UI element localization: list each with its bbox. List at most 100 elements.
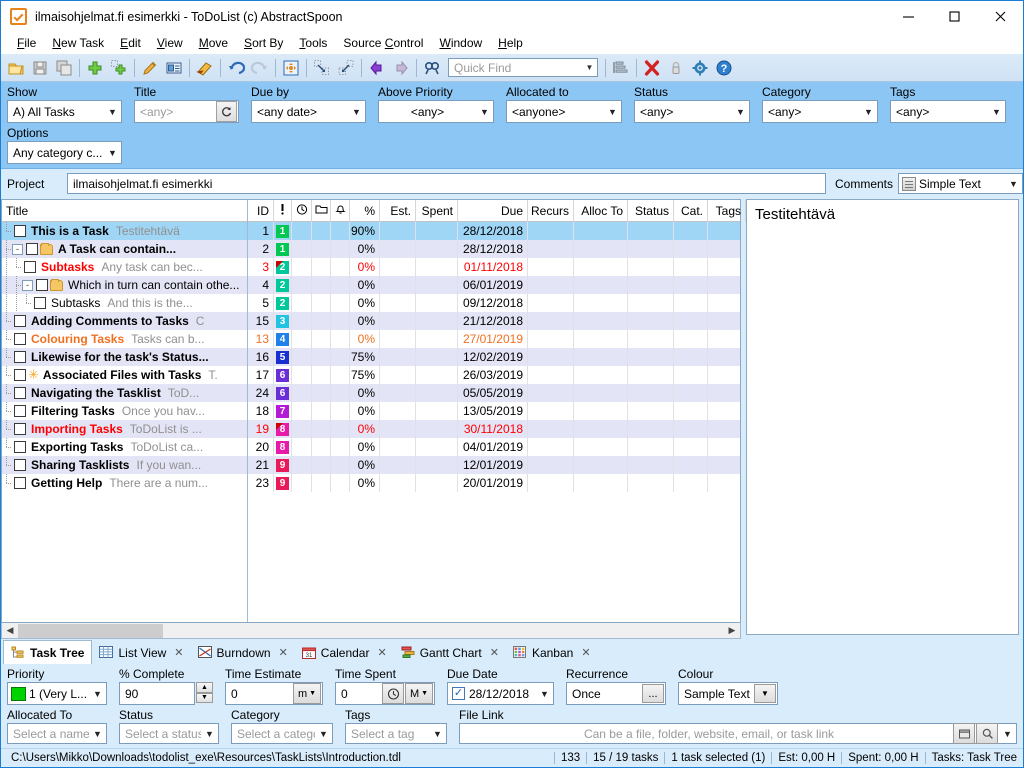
- task-title-cell[interactable]: Navigating the Tasklist ToD...: [2, 384, 247, 402]
- edit-task-attributes-icon[interactable]: [162, 56, 186, 80]
- grid-header-percent[interactable]: %: [350, 199, 380, 222]
- task-title-cell[interactable]: Importing Tasks ToDoList is ...: [2, 420, 247, 438]
- task-title-cell[interactable]: - Which in turn can contain othe...: [2, 276, 247, 294]
- filter-tags-select[interactable]: <any> ▼: [890, 100, 1006, 123]
- table-row[interactable]: 13 4 0% 27/01/2019: [248, 330, 740, 348]
- grid-header-cat[interactable]: Cat.: [674, 199, 708, 222]
- table-row[interactable]: Importing Tasks ToDoList is ...: [2, 420, 247, 438]
- close-tab-icon[interactable]: ✕: [581, 646, 590, 659]
- table-row[interactable]: ✳ Associated Files with Tasks T.: [2, 366, 247, 384]
- table-row[interactable]: 18 7 0% 13/05/2019: [248, 402, 740, 420]
- task-done-checkbox[interactable]: [14, 423, 26, 435]
- table-row[interactable]: Sharing Tasklists If you wan...: [2, 456, 247, 474]
- grid-header-allocto[interactable]: Alloc To: [574, 199, 628, 222]
- comments-format-select[interactable]: Simple Text ▼: [898, 173, 1023, 194]
- grid-header-tags[interactable]: Tags: [708, 199, 746, 222]
- sort-icon[interactable]: [609, 56, 633, 80]
- tags-select[interactable]: Select a tag ▼: [345, 723, 447, 744]
- browse-file-icon[interactable]: [953, 723, 975, 744]
- maximize-icon[interactable]: [931, 1, 977, 32]
- percent-complete-stepper[interactable]: ▲ ▼: [196, 682, 213, 703]
- scroll-left-icon[interactable]: ◀: [2, 625, 18, 636]
- task-done-checkbox[interactable]: [26, 243, 38, 255]
- file-link-input[interactable]: Can be a file, folder, website, email, o…: [459, 723, 1017, 744]
- indent-task-icon[interactable]: [310, 56, 334, 80]
- tree-expander-toggle[interactable]: -: [12, 243, 23, 255]
- menu-edit[interactable]: Edit: [112, 34, 149, 52]
- save-all-icon[interactable]: [52, 56, 76, 80]
- table-row[interactable]: 4 2 0% 06/01/2019: [248, 276, 740, 294]
- outdent-task-icon[interactable]: [334, 56, 358, 80]
- recurrence-input[interactable]: Once ...: [566, 682, 666, 705]
- table-row[interactable]: Colouring Tasks Tasks can b...: [2, 330, 247, 348]
- lock-icon[interactable]: [664, 56, 688, 80]
- grid-header-est[interactable]: Est.: [380, 199, 416, 222]
- table-row[interactable]: 20 8 0% 04/01/2019: [248, 438, 740, 456]
- priority-select[interactable]: 1 (Very L... ▼: [7, 682, 107, 705]
- task-done-checkbox[interactable]: [14, 369, 26, 381]
- time-estimate-unit-button[interactable]: m ▼: [293, 683, 321, 704]
- menu-tools[interactable]: Tools: [291, 34, 335, 52]
- task-title-cell[interactable]: This is a Task Testitehtävä: [2, 222, 247, 240]
- table-row[interactable]: 5 2 0% 09/12/2018: [248, 294, 740, 312]
- menu-new-task[interactable]: New Task: [44, 34, 112, 52]
- task-done-checkbox[interactable]: [14, 405, 26, 417]
- task-title-cell[interactable]: ✳ Associated Files with Tasks T.: [2, 366, 247, 384]
- tab-gantt-chart[interactable]: Gantt Chart ✕: [393, 641, 506, 664]
- table-row[interactable]: Subtasks And this is the...: [2, 294, 247, 312]
- forward-icon[interactable]: [389, 56, 413, 80]
- grid-header-status[interactable]: Status: [628, 199, 674, 222]
- grid-header-priority[interactable]: [274, 199, 292, 222]
- grid-header-reminder[interactable]: [331, 199, 350, 222]
- table-row[interactable]: This is a Task Testitehtävä: [2, 222, 247, 240]
- spellcheck-icon[interactable]: [193, 56, 217, 80]
- grid-header-spent[interactable]: Spent: [416, 199, 458, 222]
- table-row[interactable]: Filtering Tasks Once you hav...: [2, 402, 247, 420]
- new-subtask-icon[interactable]: [107, 56, 131, 80]
- scroll-thumb[interactable]: [18, 623, 163, 638]
- tree-header-title[interactable]: Title: [2, 200, 247, 222]
- scroll-track[interactable]: [18, 623, 724, 638]
- task-done-checkbox[interactable]: [24, 261, 36, 273]
- chevron-down-icon[interactable]: ▼: [582, 63, 597, 72]
- find-tasks-icon[interactable]: [420, 56, 444, 80]
- due-date-picker[interactable]: ✓ 28/12/2018 ▼: [447, 682, 554, 705]
- comments-textarea[interactable]: Testitehtävä: [746, 199, 1019, 635]
- filter-allocated-to-select[interactable]: <anyone> ▼: [506, 100, 622, 123]
- task-title-cell[interactable]: Sharing Tasklists If you wan...: [2, 456, 247, 474]
- menu-window[interactable]: Window: [431, 34, 490, 52]
- recurrence-options-button[interactable]: ...: [642, 684, 664, 703]
- tab-kanban[interactable]: Kanban ✕: [505, 641, 598, 664]
- filter-category-select[interactable]: <any> ▼: [762, 100, 878, 123]
- time-estimate-input[interactable]: 0 m ▼: [225, 682, 323, 705]
- filter-options-select[interactable]: Any category c... ▼: [7, 141, 122, 164]
- file-reference-icon[interactable]: ✳: [28, 368, 39, 381]
- menu-sort-by[interactable]: Sort By: [236, 34, 291, 52]
- grid-header-file[interactable]: [312, 199, 331, 222]
- time-spent-unit-button[interactable]: M ▼: [405, 683, 433, 704]
- filter-status-select[interactable]: <any> ▼: [634, 100, 750, 123]
- tree-expander-toggle[interactable]: -: [22, 279, 33, 291]
- task-title-cell[interactable]: Colouring Tasks Tasks can b...: [2, 330, 247, 348]
- filter-due-by-select[interactable]: <any date> ▼: [251, 100, 366, 123]
- close-tab-icon[interactable]: ✕: [490, 646, 499, 659]
- menu-source-control[interactable]: Source Control: [335, 34, 431, 52]
- preferences-icon[interactable]: [688, 56, 712, 80]
- task-done-checkbox[interactable]: [34, 297, 46, 309]
- chevron-down-icon[interactable]: ▼: [754, 684, 776, 703]
- task-title-cell[interactable]: Adding Comments to Tasks C: [2, 312, 247, 330]
- open-tasklist-icon[interactable]: [4, 56, 28, 80]
- stepper-up-icon[interactable]: ▲: [196, 682, 213, 693]
- new-task-icon[interactable]: [83, 56, 107, 80]
- status-select[interactable]: Select a status ▼: [119, 723, 219, 744]
- start-timer-icon[interactable]: [382, 683, 404, 704]
- table-row[interactable]: - A Task can contain...: [2, 240, 247, 258]
- quick-find-input[interactable]: Quick Find ▼: [448, 58, 598, 77]
- close-tab-icon[interactable]: ✕: [279, 646, 288, 659]
- menu-file[interactable]: FFileile: [9, 34, 44, 52]
- table-row[interactable]: 17 6 75% 26/03/2019: [248, 366, 740, 384]
- minimize-icon[interactable]: [885, 1, 931, 32]
- horizontal-scrollbar[interactable]: ◀ ▶: [1, 623, 741, 639]
- table-row[interactable]: 3 2 0% 01/11/2018: [248, 258, 740, 276]
- save-tasklist-icon[interactable]: [28, 56, 52, 80]
